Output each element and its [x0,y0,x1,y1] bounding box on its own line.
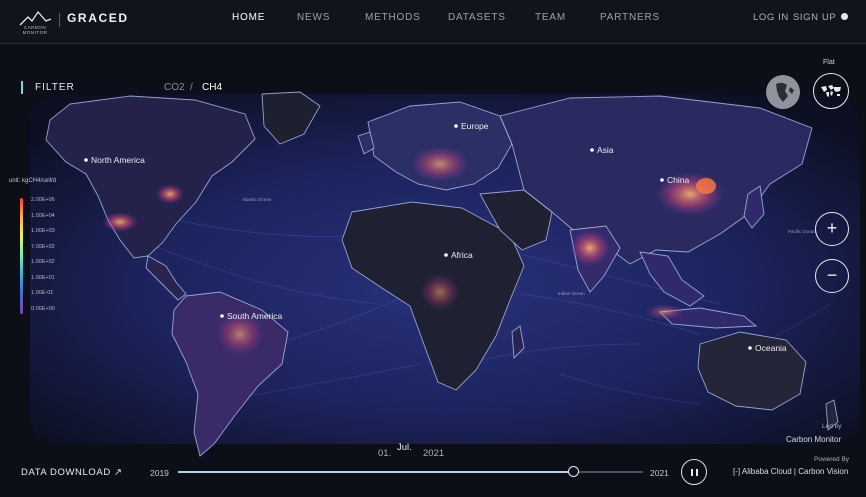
nav-team[interactable]: TEAM [535,12,566,23]
date-year: 2021 [423,448,445,459]
region-label[interactable]: South America [227,311,283,321]
nav-home[interactable]: HOME [232,12,265,23]
legend-tick-label: 1.00E-01 [31,290,54,296]
legend-tick-label: 1.00E+03 [31,228,55,234]
region-label[interactable]: Europe [461,121,489,131]
timeline-progress [178,471,574,473]
ocean-label: Indian Ocean [558,291,585,296]
emissions-map[interactable]: North America Europe Asia China Africa South … [0,44,866,497]
region-label[interactable]: China [667,175,689,185]
ocean-label: Atlantic Ocean [242,197,272,202]
timeline-start-year: 2019 [150,468,169,478]
region-marker-dot[interactable] [660,178,664,182]
timeline-slider-handle[interactable] [567,466,579,477]
legend-tick-label: 0.00E+00 [31,305,55,312]
gas-separator: / [190,82,193,93]
nav-partners[interactable]: PARTNERS [600,12,660,23]
filter-label: FILTER [35,82,75,93]
ocean-label: Pacific Ocean [788,229,816,234]
globe-view-button[interactable] [766,75,800,109]
product-logo[interactable]: GRACED [67,11,129,25]
region-marker-dot[interactable] [590,148,594,152]
legend-color-scale [20,198,23,314]
zoom-in-button[interactable]: + [815,212,849,246]
nav-methods[interactable]: METHODS [365,12,421,23]
region-marker-dot[interactable] [84,158,88,162]
logo-brand: CARBON MONITOR [22,25,48,35]
region-label[interactable]: North America [91,155,145,165]
nav-datasets[interactable]: DATASETS [448,12,506,23]
region-marker-dot[interactable] [444,253,448,257]
logo-separator [59,13,60,27]
status-dot [841,13,848,20]
world-map-canvas[interactable]: North America Europe Asia China Africa South … [0,44,866,497]
legend-tick-label: 1.00E+04 [31,212,55,219]
legend-tick-label: 1.00E+01 [31,274,55,281]
top-navigation-bar: CARBON MONITOR GRACED HOME NEWS METHODS … [0,0,866,44]
gas-option-co2[interactable]: CO2 [164,82,185,93]
timeline-end-year: 2021 [650,468,669,478]
flat-map-icon [821,85,841,97]
signup-link[interactable]: SIGN UP [793,12,836,23]
powered-by-label: Powered By [814,456,850,463]
flat-view-button[interactable] [813,73,849,109]
date-month: Jul. [397,442,412,453]
led-by-name: Carbon Monitor [786,435,842,444]
powered-by-names: [-] Alibaba Cloud | Carbon Vision [733,467,849,476]
region-label[interactable]: Oceania [755,343,787,353]
region-marker-dot[interactable] [220,314,224,318]
region-marker-dot[interactable] [748,346,752,350]
region-label[interactable]: Asia [597,145,614,155]
globe-icon [776,82,794,102]
region-label[interactable]: Africa [451,250,473,260]
minus-icon: − [826,265,838,285]
gas-option-ch4[interactable]: CH4 [202,82,222,93]
region-marker-dot[interactable] [454,124,458,128]
legend-tick-label: 1.00E+02 [31,259,55,265]
date-day: 01. [378,448,392,459]
view-mode-label: Flat [823,59,835,66]
legend-unit: unit: kgCH4/cell/d [9,178,57,184]
zoom-out-button[interactable]: − [815,259,849,293]
legend-tick-label: 7.00E+02 [31,243,55,250]
nav-news[interactable]: NEWS [297,12,330,23]
login-link[interactable]: LOG IN [753,12,789,23]
led-by-label: Led by [822,423,842,430]
plus-icon: + [826,218,838,238]
legend-tick-label: 2.00E+06 [31,197,55,203]
filter-accent-bar [21,81,23,94]
pause-button[interactable] [681,459,707,485]
data-download-link[interactable]: DATA DOWNLOAD ↗ [21,467,123,478]
